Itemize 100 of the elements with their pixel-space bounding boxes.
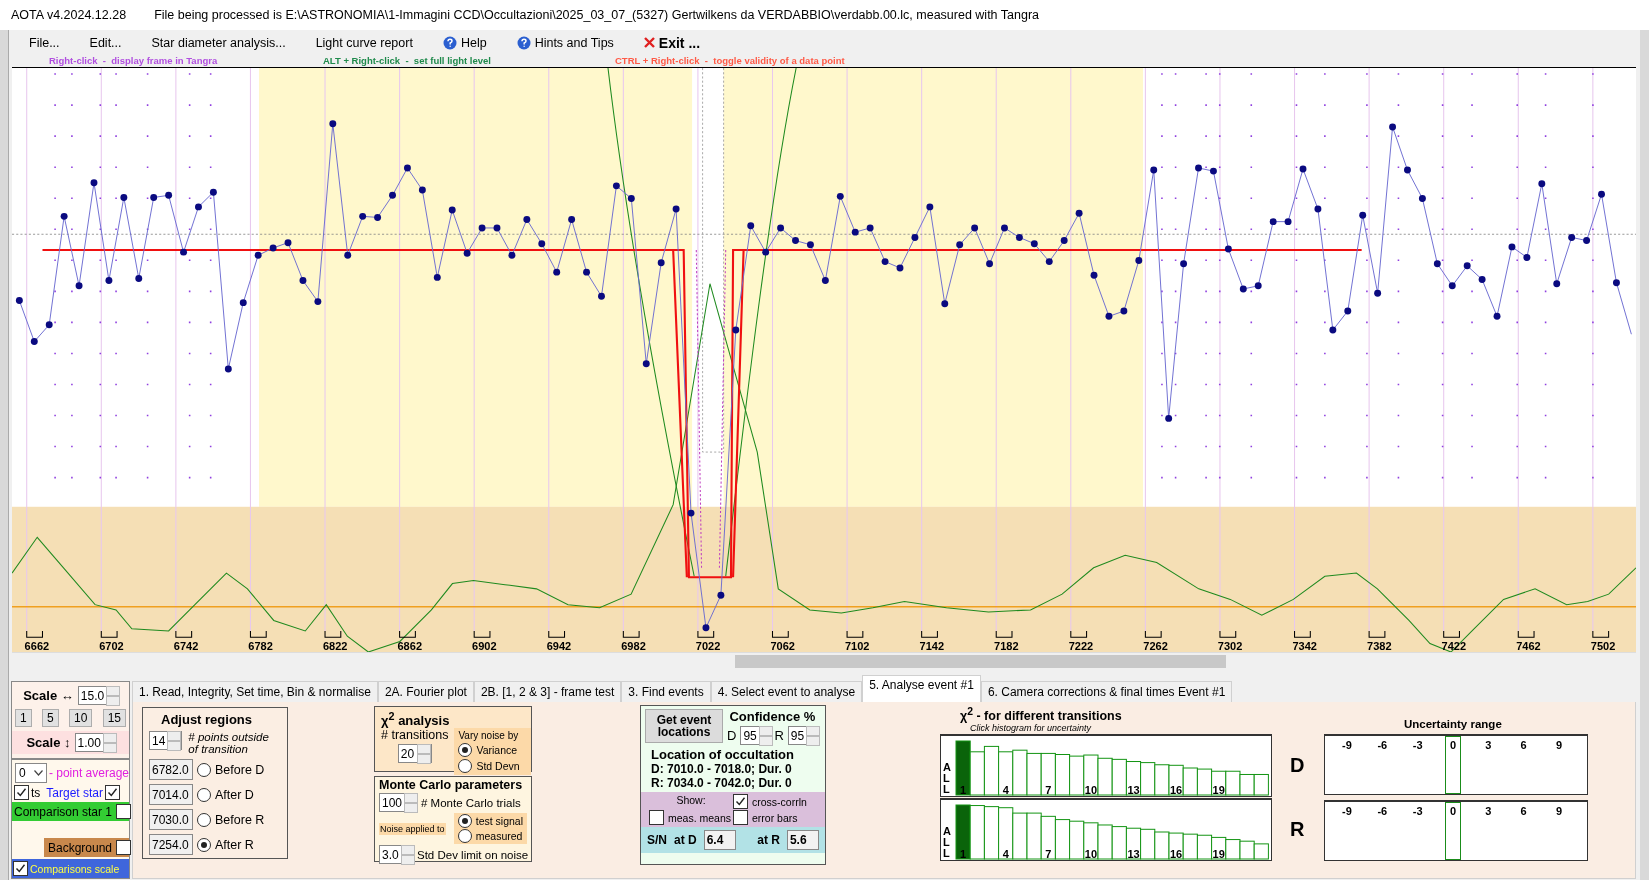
number-spinner[interactable]: 3.0 [379, 845, 413, 864]
spin-up-button[interactable] [758, 725, 773, 736]
radio-button[interactable] [197, 787, 211, 802]
tick-label: -6 [1376, 805, 1389, 818]
number-spinner[interactable]: 20 [397, 744, 432, 764]
radio-button[interactable] [458, 743, 473, 758]
hint-text: Right-click - display frame in Tangra [49, 55, 219, 67]
panel-title: χ$^{2}$ analysis [381, 710, 451, 729]
bar-label: 4 [1002, 784, 1009, 797]
hint-text: ALT + Right-click - set full light level [323, 55, 492, 67]
axis-tick-label: 7262 [1143, 639, 1168, 652]
tab[interactable]: 3. Find events [621, 681, 711, 702]
scale-button[interactable]: 15 [102, 709, 126, 727]
spin-down-button[interactable] [106, 695, 121, 706]
menu-item[interactable]: Exit ... [637, 32, 707, 53]
radio-label: measured [475, 830, 523, 842]
spin-down-button[interactable] [416, 753, 431, 764]
tick-label: 3 [1484, 805, 1493, 818]
bar-label: 10 [1084, 784, 1098, 797]
spin-up-button[interactable] [416, 743, 431, 754]
axis-tick-label: 6782 [248, 639, 273, 652]
histogram-title: χ$^{2}$ - for different transitions [960, 706, 1123, 724]
radio-button[interactable] [457, 829, 472, 843]
menu-item[interactable]: Star diameter analysis... [145, 33, 292, 52]
average-dropdown[interactable]: 0 [15, 763, 47, 783]
tab[interactable]: 2B. [1, 2 & 3] - frame test [473, 681, 622, 702]
sn-value: 5.6 [786, 830, 819, 850]
transitions-label: # transitions [381, 728, 449, 743]
spin-up-button[interactable] [106, 685, 121, 696]
scale-button[interactable]: 10 [68, 709, 93, 727]
histogram-chart[interactable]: ALL 1 4 7 10 13 16 19 [940, 798, 1272, 862]
all-label: ALL [942, 762, 952, 796]
checkbox[interactable] [116, 804, 132, 819]
histogram-chart[interactable]: ALL 1 4 7 10 13 16 19 [940, 734, 1272, 798]
spin-down-button[interactable] [102, 742, 117, 753]
checkbox[interactable] [649, 810, 664, 825]
radio-button[interactable] [458, 759, 473, 774]
menu-item[interactable]: Help [436, 33, 493, 52]
bar-label: 19 [1212, 848, 1225, 861]
spin-down-button[interactable] [400, 854, 415, 865]
spin-up-button[interactable] [400, 844, 415, 855]
app-name: AOTA v4.2024.12.28 [11, 8, 127, 22]
menu-item[interactable]: Light curve report [309, 33, 419, 52]
number-spinner[interactable]: 95 [740, 726, 771, 745]
panel-title: Monte Carlo parameters [379, 778, 524, 792]
d-label: D [727, 728, 737, 743]
spin-up-button[interactable] [404, 792, 419, 803]
checkbox[interactable] [733, 810, 748, 825]
spin-down-button[interactable] [167, 740, 182, 751]
show-label: Show: [675, 794, 707, 808]
checkbox[interactable] [733, 794, 748, 809]
radio-button[interactable] [197, 762, 211, 777]
number-spinner[interactable]: 95 [787, 726, 818, 745]
spin-down-button[interactable] [758, 735, 773, 746]
radio-button[interactable] [197, 812, 211, 827]
tab[interactable]: 1. Read, Integrity, Set time, Bin & normalise [132, 681, 378, 702]
radio-button[interactable] [197, 837, 211, 852]
tab[interactable]: 5. Analyse event #1 [862, 675, 981, 702]
spin-up-button[interactable] [806, 725, 821, 736]
radio-button[interactable] [457, 814, 472, 828]
series-row[interactable]: Background [44, 838, 129, 857]
radio-label: Before D [215, 762, 265, 777]
scale-button[interactable]: 1 [15, 709, 32, 727]
series-row[interactable]: Comparison star 1 [12, 802, 129, 821]
tab[interactable]: 4. Select event to analyse [710, 681, 863, 702]
spin-up-button[interactable] [167, 730, 182, 741]
number-spinner[interactable]: 100 [379, 793, 417, 812]
region-value: 6782.0 [149, 759, 193, 780]
scale-button[interactable]: 5 [42, 709, 59, 727]
tick-label: 3 [1484, 739, 1493, 752]
number-spinner[interactable]: 1.00 [74, 733, 115, 752]
axis-tick-label: 6742 [173, 639, 199, 652]
axis-tick-label: 7062 [770, 639, 795, 652]
checkbox[interactable] [116, 840, 132, 855]
spin-down-button[interactable] [404, 802, 419, 813]
checkbox[interactable] [13, 861, 28, 876]
number-spinner[interactable]: 15.0 [77, 686, 118, 705]
all-label: ALL [942, 826, 952, 860]
bar-label: 1 [960, 848, 967, 861]
r-label: R [774, 728, 784, 743]
series-row[interactable]: Comparisons scale [12, 859, 129, 878]
menu-item[interactable]: Hints and Tips [510, 33, 620, 52]
number-spinner[interactable]: 14 [149, 731, 183, 750]
menu-item[interactable]: File... [23, 33, 66, 52]
checkbox[interactable] [14, 785, 29, 800]
spin-up-button[interactable] [102, 732, 117, 743]
tab[interactable]: 2A. Fourier plot [377, 681, 474, 702]
region-value: 7014.0 [149, 784, 193, 805]
axis-tick-label: 6902 [472, 639, 497, 652]
tick-label: 9 [1554, 805, 1564, 818]
tick-label: -6 [1376, 739, 1389, 752]
checkbox[interactable] [105, 785, 121, 800]
menu-item[interactable]: Edit... [83, 33, 128, 52]
get-locations-button[interactable]: Get event locations [645, 709, 723, 743]
tab[interactable]: 6. Camera corrections & final times Event #1 [980, 681, 1233, 702]
uncertainty-bar [1445, 802, 1461, 860]
scrollbar-thumb[interactable] [735, 655, 1226, 668]
bar-label: 1 [960, 784, 967, 797]
tick-label: 9 [1554, 739, 1564, 752]
spin-down-button[interactable] [806, 735, 821, 746]
